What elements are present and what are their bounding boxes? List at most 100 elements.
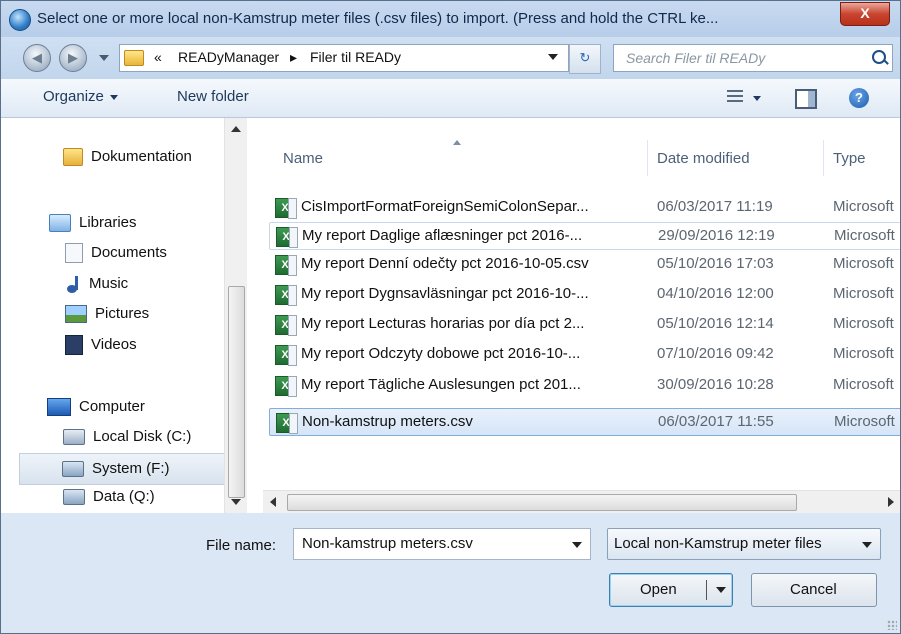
nav-item-label: Videos bbox=[91, 336, 137, 353]
scroll-up-arrow-icon[interactable] bbox=[231, 126, 241, 132]
excel-csv-icon: X bbox=[275, 198, 297, 219]
file-type: Microsoft bbox=[833, 285, 894, 302]
title-bar[interactable]: Select one or more local non-Kamstrup me… bbox=[1, 1, 900, 37]
file-name: CisImportFormatForeignSemiColonSepar... bbox=[301, 198, 589, 215]
nav-item-computer[interactable]: Computer bbox=[47, 392, 145, 422]
breadcrumb-separator[interactable]: ▸ bbox=[290, 49, 297, 66]
column-divider[interactable] bbox=[823, 140, 824, 176]
app-icon bbox=[9, 9, 31, 31]
file-list-horizontal-scrollbar[interactable] bbox=[263, 490, 900, 513]
excel-csv-icon: X bbox=[275, 255, 297, 276]
new-folder-button[interactable]: New folder bbox=[177, 88, 249, 105]
file-open-dialog: Select one or more local non-Kamstrup me… bbox=[0, 0, 901, 634]
nav-item-documents[interactable]: Documents bbox=[65, 238, 167, 268]
excel-csv-icon: X bbox=[276, 413, 298, 434]
file-name: My report Daglige aflæsninger pct 2016-.… bbox=[302, 227, 583, 244]
nav-item-libraries[interactable]: Libraries bbox=[49, 208, 137, 238]
folder-icon bbox=[63, 148, 83, 167]
scroll-thumb[interactable] bbox=[228, 286, 245, 498]
nav-item-data-q[interactable]: Data (Q:) bbox=[63, 482, 155, 512]
file-name-combobox[interactable]: Non-kamstrup meters.csv bbox=[293, 528, 591, 560]
file-date: 30/09/2016 10:28 bbox=[657, 376, 774, 393]
nav-item-label: Local Disk (C:) bbox=[93, 428, 192, 445]
file-row[interactable]: X My report Odczyty dobowe pct 2016-10-.… bbox=[269, 341, 900, 367]
scroll-thumb[interactable] bbox=[287, 494, 797, 511]
file-type: Microsoft bbox=[833, 315, 894, 332]
breadcrumb-readymanager[interactable]: READyManager bbox=[178, 49, 279, 65]
excel-csv-icon: X bbox=[275, 376, 297, 397]
pictures-icon bbox=[65, 305, 87, 324]
excel-csv-icon: X bbox=[276, 227, 298, 248]
column-divider[interactable] bbox=[647, 140, 648, 176]
search-input[interactable]: Search Filer til READy bbox=[613, 44, 893, 72]
nav-item-label: Documents bbox=[91, 244, 167, 261]
file-list: Name Date modified Type X CisImportForma… bbox=[263, 118, 900, 513]
network-drive-icon bbox=[63, 489, 85, 506]
nav-item-system-f[interactable]: System (F:) bbox=[19, 453, 235, 485]
nav-item-music[interactable]: Music bbox=[65, 269, 128, 299]
column-header-name[interactable]: Name bbox=[283, 150, 323, 167]
organize-menu[interactable]: Organize bbox=[43, 88, 118, 105]
back-button[interactable]: ◀ bbox=[23, 44, 51, 72]
file-name: My report Lecturas horarias por día pct … bbox=[301, 315, 585, 332]
file-name: Non-kamstrup meters.csv bbox=[302, 413, 473, 430]
file-type-value: Local non-Kamstrup meter files bbox=[614, 535, 822, 552]
view-options-dropdown[interactable] bbox=[753, 96, 761, 101]
help-icon[interactable]: ? bbox=[849, 88, 869, 108]
file-type: Microsoft bbox=[834, 227, 895, 244]
address-dropdown[interactable] bbox=[548, 54, 558, 60]
open-button[interactable]: Open bbox=[609, 573, 733, 607]
file-row[interactable]: X CisImportFormatForeignSemiColonSepar..… bbox=[269, 194, 900, 220]
nav-item-label: Dokumentation bbox=[91, 148, 192, 165]
close-button[interactable]: X bbox=[840, 2, 890, 26]
libraries-icon bbox=[49, 214, 71, 233]
file-name-field[interactable]: Non-kamstrup meters.csv bbox=[302, 535, 473, 552]
scroll-left-arrow-icon[interactable] bbox=[270, 497, 276, 507]
forward-button[interactable]: ▶ bbox=[59, 44, 87, 72]
file-date: 05/10/2016 12:14 bbox=[657, 315, 774, 332]
file-row[interactable]: X My report Tägliche Auslesungen pct 201… bbox=[269, 372, 900, 398]
refresh-button[interactable]: ↻ bbox=[569, 44, 601, 74]
resize-grip-icon[interactable] bbox=[887, 620, 897, 630]
file-row[interactable]: X My report Lecturas horarias por día pc… bbox=[269, 311, 900, 337]
cancel-button[interactable]: Cancel bbox=[751, 573, 877, 607]
window-title: Select one or more local non-Kamstrup me… bbox=[37, 10, 719, 27]
address-bar[interactable]: « READyManager ▸ Filer til READy bbox=[119, 44, 569, 72]
file-type-select[interactable]: Local non-Kamstrup meter files bbox=[607, 528, 881, 560]
nav-item-local-disk-c[interactable]: Local Disk (C:) bbox=[63, 422, 191, 452]
local-disk-icon bbox=[63, 429, 85, 446]
file-name: My report Tägliche Auslesungen pct 201..… bbox=[301, 376, 581, 393]
open-button-label: Open bbox=[640, 581, 677, 598]
recent-locations-dropdown[interactable] bbox=[99, 55, 109, 61]
excel-csv-icon: X bbox=[275, 315, 297, 336]
breadcrumb-filer-til-ready[interactable]: Filer til READy bbox=[310, 49, 401, 65]
file-row-selected[interactable]: X Non-kamstrup meters.csv 06/03/2017 11:… bbox=[269, 408, 900, 436]
network-drive-icon bbox=[62, 461, 84, 478]
nav-item-label: Pictures bbox=[95, 305, 150, 322]
chevron-down-icon[interactable] bbox=[572, 542, 582, 548]
file-type: Microsoft bbox=[833, 345, 894, 362]
file-row[interactable]: X My report Dygnsavläsningar pct 2016-10… bbox=[269, 281, 900, 307]
change-view-icon[interactable] bbox=[727, 90, 743, 104]
nav-item-pictures[interactable]: Pictures bbox=[65, 299, 149, 329]
search-icon[interactable] bbox=[872, 50, 886, 64]
nav-item-label: Data (Q:) bbox=[93, 488, 155, 505]
open-options-chevron-icon[interactable] bbox=[716, 587, 726, 593]
nav-item-dokumentation[interactable]: Dokumentation bbox=[63, 142, 192, 172]
file-row[interactable]: X My report Denní odečty pct 2016-10-05.… bbox=[269, 251, 900, 277]
chevron-down-icon[interactable] bbox=[862, 542, 872, 548]
scroll-right-arrow-icon[interactable] bbox=[888, 497, 894, 507]
nav-item-videos[interactable]: Videos bbox=[65, 330, 137, 360]
preview-pane-icon[interactable] bbox=[795, 89, 817, 109]
nav-vertical-scrollbar[interactable] bbox=[224, 118, 247, 513]
file-row[interactable]: X My report Daglige aflæsninger pct 2016… bbox=[269, 222, 900, 250]
dialog-footer: File name: Non-kamstrup meters.csv Local… bbox=[1, 513, 900, 633]
nav-item-label: System (F:) bbox=[92, 460, 170, 477]
column-header-date-modified[interactable]: Date modified bbox=[657, 150, 750, 167]
search-placeholder: Search Filer til READy bbox=[626, 50, 766, 66]
column-header-type[interactable]: Type bbox=[833, 150, 866, 167]
file-name: My report Dygnsavläsningar pct 2016-10-.… bbox=[301, 285, 589, 302]
file-date: 05/10/2016 17:03 bbox=[657, 255, 774, 272]
scroll-down-arrow-icon[interactable] bbox=[231, 499, 241, 505]
breadcrumb-overflow[interactable]: « bbox=[154, 49, 162, 65]
